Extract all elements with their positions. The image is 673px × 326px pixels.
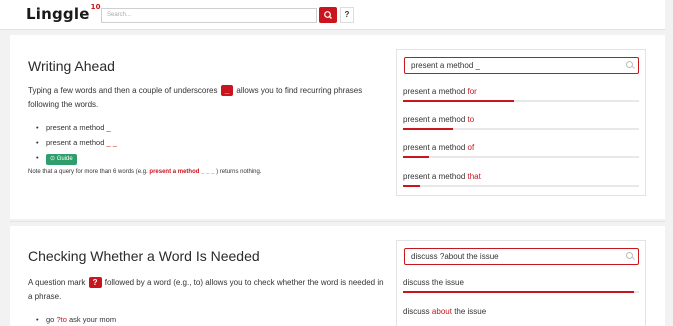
- top-navbar: Linggle10 Search... ?: [0, 0, 665, 30]
- section-description: A question mark ? followed by a word (e.…: [28, 276, 384, 304]
- result-base: discuss: [403, 307, 430, 316]
- guide-item: ⊙ Guide: [36, 150, 117, 165]
- example-text-end: ask your mom: [68, 315, 117, 324]
- result-text: discuss the issue: [403, 278, 464, 287]
- frequency-fill: [403, 156, 429, 158]
- result-item[interactable]: discuss the issue: [403, 278, 639, 287]
- result-base: present a method: [403, 115, 466, 124]
- word-needed-card: Checking Whether a Word Is Needed A ques…: [10, 226, 665, 326]
- result-base: present a method: [403, 143, 466, 152]
- frequency-bar: [403, 185, 639, 187]
- guide-label: Guide: [56, 156, 73, 162]
- result-item[interactable]: discuss about the issue: [403, 307, 639, 316]
- description-text: A question mark: [28, 278, 86, 287]
- section-title: Checking Whether a Word Is Needed: [28, 248, 260, 264]
- example-item: present a method _ _: [36, 135, 117, 150]
- result-highlight: of: [467, 143, 475, 152]
- search-input[interactable]: Search...: [101, 8, 317, 23]
- section-title: Writing Ahead: [28, 58, 115, 74]
- frequency-fill: [403, 291, 635, 293]
- query-text: present a method _: [411, 61, 480, 70]
- example-item: go ?to ask your mom: [36, 312, 117, 326]
- demo-panel: discuss ?about the issue discuss the iss…: [396, 240, 646, 326]
- writing-ahead-card: Writing Ahead Typing a few words and the…: [10, 35, 665, 219]
- demo-query-input[interactable]: discuss ?about the issue: [404, 248, 639, 265]
- result-highlight: about: [431, 307, 452, 316]
- logo-text: Linggle: [26, 5, 90, 23]
- section-description: Typing a few words and then a couple of …: [28, 84, 384, 112]
- demo-panel: present a method _ present a method for …: [396, 49, 646, 196]
- help-button[interactable]: ?: [340, 7, 354, 23]
- search-icon: [626, 61, 633, 68]
- result-highlight: for: [467, 87, 477, 96]
- example-text: present a method: [46, 138, 105, 147]
- result-item[interactable]: present a method for: [403, 87, 639, 96]
- demo-query-input[interactable]: present a method _: [404, 57, 639, 74]
- query-note: Note that a query for more than 6 words …: [28, 169, 261, 175]
- section-divider: [10, 221, 665, 222]
- result-highlight: that: [467, 172, 481, 181]
- note-text-end: ) returns nothing.: [216, 169, 262, 175]
- guide-button[interactable]: ⊙ Guide: [46, 154, 77, 165]
- search-button[interactable]: [319, 7, 337, 23]
- search-icon: [626, 252, 633, 259]
- frequency-bar: [403, 100, 639, 102]
- question-mark-badge: ?: [88, 277, 102, 289]
- frequency-bar: [403, 156, 639, 158]
- frequency-fill: [403, 185, 420, 187]
- linggle-logo[interactable]: Linggle10: [26, 3, 101, 23]
- frequency-fill: [403, 128, 453, 130]
- result-item[interactable]: present a method that: [403, 172, 639, 181]
- example-text: go: [46, 315, 55, 324]
- frequency-bar: [403, 291, 639, 293]
- logo-version: 10: [90, 3, 101, 11]
- example-item: present a method _: [36, 120, 117, 135]
- example-list: go ?to ask your mom: [36, 312, 117, 326]
- search-icon: [324, 11, 332, 19]
- example-list: present a method _ present a method _ _ …: [36, 120, 117, 165]
- result-base-end: the issue: [454, 307, 487, 316]
- description-text: Typing a few words and then a couple of …: [28, 86, 218, 95]
- result-item[interactable]: present a method of: [403, 143, 639, 152]
- query-text: discuss ?about the issue: [411, 252, 499, 261]
- example-optional-word: ?to: [56, 315, 67, 324]
- example-underscores: _ _: [106, 138, 117, 147]
- result-base: present a method: [403, 87, 466, 96]
- frequency-fill: [403, 100, 514, 102]
- example-text: present a method _: [46, 123, 111, 132]
- note-text: Note that a query for more than 6 words …: [28, 169, 148, 175]
- underscore-badge: _: [220, 85, 234, 97]
- frequency-bar: [403, 128, 639, 130]
- result-highlight: to: [467, 115, 475, 124]
- note-example: present a method _ _ _: [149, 169, 215, 175]
- result-item[interactable]: present a method to: [403, 115, 639, 124]
- result-base: present a method: [403, 172, 466, 181]
